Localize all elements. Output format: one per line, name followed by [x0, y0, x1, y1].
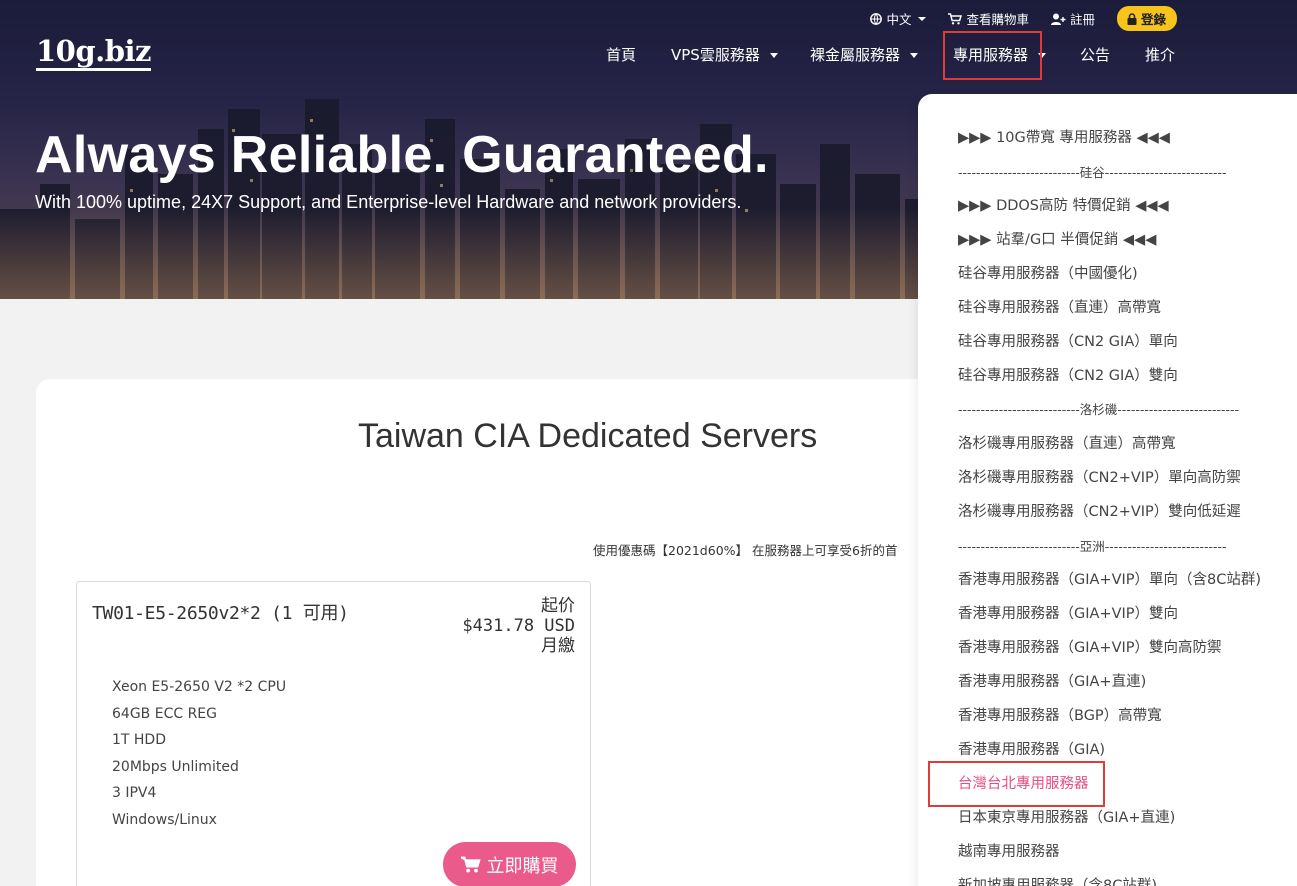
globe-icon: [870, 12, 883, 25]
menu-item-la-direct[interactable]: 洛杉磯專用服務器（直連）高帶寬: [958, 434, 1176, 454]
nav-dedicated-highlight-box: [943, 31, 1042, 80]
user-add-icon: [1050, 13, 1066, 25]
menu-separator-asia: ---------------------------亞洲-----------…: [958, 539, 1227, 554]
menu-item-highlight-box: [928, 761, 1105, 807]
spec-list: Xeon E5-2650 V2 *2 CPU 64GB ECC REG 1T H…: [112, 674, 286, 834]
menu-item-la-cn2-vip-single[interactable]: 洛杉磯專用服務器（CN2+VIP）單向高防禦: [958, 468, 1241, 488]
chevron-down-icon: [918, 16, 927, 21]
login-button[interactable]: 登錄: [1116, 6, 1177, 31]
product-name: TW01-E5-2650v2*2 (1 可用): [92, 603, 349, 624]
spec-ipv4: 3 IPV4: [112, 785, 157, 802]
menu-item-la-cn2-vip-dual[interactable]: 洛杉磯專用服務器（CN2+VIP）雙向低延遲: [958, 502, 1241, 522]
menu-item-vietnam[interactable]: 越南專用服務器: [958, 842, 1060, 862]
main-navigation: 首頁 VPS雲服務器 裸金屬服務器 專用服務器 公告 推介: [0, 44, 1297, 66]
hero-subtitle: With 100% uptime, 24X7 Support, and Ente…: [35, 192, 742, 212]
menu-item-japan-tokyo[interactable]: 日本東京專用服務器（GIA+直連): [958, 808, 1175, 828]
nav-bare-metal-label: 裸金屬服務器: [810, 46, 901, 64]
menu-item-sv-china-optimized[interactable]: 硅谷專用服務器（中國優化): [958, 264, 1138, 284]
menu-separator-los-angeles: ---------------------------洛杉磯----------…: [958, 402, 1240, 417]
nav-vps-label: VPS雲服務器: [671, 46, 760, 64]
nav-vps[interactable]: VPS雲服務器: [671, 44, 778, 66]
buy-now-button[interactable]: 立即購買: [443, 842, 576, 886]
spec-bandwidth: 20Mbps Unlimited: [112, 758, 239, 775]
buy-now-label: 立即購買: [486, 855, 559, 877]
language-label: 中文: [886, 12, 912, 27]
menu-item-hk-gia-direct[interactable]: 香港專用服務器（GIA+直連): [958, 672, 1146, 692]
nav-referral-label: 推介: [1145, 46, 1176, 64]
promo-text: 使用優惠碼【2021d60%】 在服務器上可享受6折的首: [593, 543, 898, 558]
menu-item-hk-bgp[interactable]: 香港專用服務器（BGP）高帶寬: [958, 706, 1162, 726]
lock-icon: [1127, 12, 1137, 25]
spec-os: Windows/Linux: [112, 811, 217, 828]
nav-referral[interactable]: 推介: [1145, 44, 1175, 66]
spec-storage: 1T HDD: [112, 732, 166, 749]
chevron-down-icon: [769, 52, 778, 58]
hero-title: Always Reliable. Guaranteed.: [35, 126, 769, 184]
chevron-down-icon: [910, 52, 919, 58]
menu-item-sv-direct[interactable]: 硅谷專用服務器（直連）高帶寬: [958, 298, 1161, 318]
nav-home-label: 首頁: [606, 46, 637, 64]
spec-cpu: Xeon E5-2650 V2 *2 CPU: [112, 679, 287, 695]
nav-home[interactable]: 首頁: [606, 44, 636, 66]
price-prefix: 起价: [541, 596, 575, 616]
nav-announcements[interactable]: 公告: [1080, 44, 1110, 66]
menu-item-hk-gia-vip-dual-defense[interactable]: 香港專用服務器（GIA+VIP）雙向高防禦: [958, 638, 1222, 658]
menu-item-10g-bandwidth[interactable]: ▶▶▶ 10G帶寬 專用服務器 ◀◀◀: [958, 128, 1170, 148]
menu-item-singapore[interactable]: 新加坡專用服務器（含8C站群): [958, 876, 1157, 886]
cart-icon: [460, 856, 481, 873]
menu-item-hk-gia-vip-single[interactable]: 香港專用服務器（GIA+VIP）單向（含8C站群): [958, 570, 1261, 590]
language-selector[interactable]: 中文: [870, 9, 927, 28]
menu-separator-silicon-valley: ---------------------------硅谷-----------…: [958, 165, 1227, 180]
menu-item-ddos-promo[interactable]: ▶▶▶ DDOS高防 特價促銷 ◀◀◀: [958, 196, 1169, 216]
billing-cycle: 月繳: [541, 636, 575, 656]
page-title: Taiwan CIA Dedicated Servers: [358, 417, 818, 455]
menu-item-sv-cn2-single[interactable]: 硅谷專用服務器（CN2 GIA）單向: [958, 332, 1178, 352]
nav-announcements-label: 公告: [1080, 46, 1111, 64]
utility-bar: 中文 查看購物車 註冊 登錄: [870, 6, 1177, 31]
nav-bare-metal[interactable]: 裸金屬服務器: [810, 44, 919, 66]
price-amount: $431.78 USD: [462, 616, 575, 636]
menu-item-sv-cn2-dual[interactable]: 硅谷專用服務器（CN2 GIA）雙向: [958, 366, 1178, 386]
menu-item-hk-gia-vip-dual[interactable]: 香港專用服務器（GIA+VIP）雙向: [958, 604, 1178, 624]
menu-item-hk-gia[interactable]: 香港專用服務器（GIA): [958, 740, 1105, 760]
view-cart-label: 查看購物車: [966, 12, 1029, 27]
cart-icon: [948, 12, 963, 24]
login-label: 登錄: [1140, 12, 1166, 27]
spec-ram: 64GB ECC REG: [112, 705, 217, 722]
price-block: 起价 $431.78 USD 月繳: [462, 596, 575, 656]
register-link[interactable]: 註冊: [1050, 9, 1095, 28]
menu-item-site-group-promo[interactable]: ▶▶▶ 站羣/G口 半價促銷 ◀◀◀: [958, 230, 1156, 250]
register-label: 註冊: [1069, 12, 1095, 27]
product-card: TW01-E5-2650v2*2 (1 可用) 起价 $431.78 USD 月…: [76, 581, 591, 886]
view-cart-link[interactable]: 查看購物車: [948, 9, 1029, 28]
